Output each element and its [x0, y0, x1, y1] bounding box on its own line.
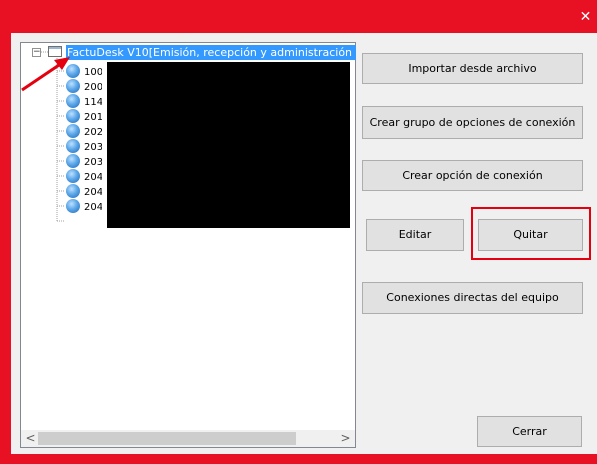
tree-node[interactable]: 204: [66, 169, 102, 184]
tree-node[interactable]: 114: [66, 94, 102, 109]
scrollbar-thumb[interactable]: [38, 432, 296, 445]
scroll-left-arrow-icon[interactable]: <: [22, 430, 39, 447]
tree-node-label: 114: [84, 96, 102, 108]
create-connection-group-button[interactable]: Crear grupo de opciones de conexión: [362, 106, 583, 139]
tree-collapse-toggle[interactable]: −: [32, 48, 41, 57]
tree-node-label: 203: [84, 156, 102, 168]
globe-icon: [66, 184, 80, 198]
tree-node-label: 202: [84, 126, 102, 138]
globe-icon: [66, 79, 80, 93]
globe-icon: [66, 64, 80, 78]
globe-icon: [66, 109, 80, 123]
window-folder-icon: [48, 46, 62, 57]
highlight-box: [471, 207, 591, 260]
import-from-file-button[interactable]: Importar desde archivo: [362, 53, 583, 84]
tree-node-label: 201: [84, 111, 102, 123]
globe-icon: [66, 124, 80, 138]
tree-node[interactable]: 204: [66, 199, 102, 214]
tree-node-label: 100: [84, 66, 102, 78]
globe-icon: [66, 154, 80, 168]
tree-node-label: 200: [84, 81, 102, 93]
create-connection-option-button[interactable]: Crear opción de conexión: [362, 160, 583, 191]
direct-connections-button[interactable]: Conexiones directas del equipo: [362, 282, 583, 314]
tree-node-label: 204: [84, 186, 102, 198]
tree-node-label: 204: [84, 201, 102, 213]
tree-node-label: 204: [84, 171, 102, 183]
edit-button[interactable]: Editar: [366, 219, 464, 251]
tree-node[interactable]: 200: [66, 79, 102, 94]
globe-icon: [66, 94, 80, 108]
tree-node[interactable]: 203: [66, 154, 102, 169]
close-window-button[interactable]: ✕: [577, 9, 594, 26]
tree-root-label-selected[interactable]: FactuDesk V10[Emisión, recepción y admin…: [66, 45, 356, 60]
redaction-block: [107, 62, 350, 228]
tree-node[interactable]: 202: [66, 124, 102, 139]
tree-node[interactable]: 100: [66, 64, 102, 79]
tree-node[interactable]: 203: [66, 139, 102, 154]
globe-icon: [66, 169, 80, 183]
globe-icon: [66, 199, 80, 213]
tree-node[interactable]: 201: [66, 109, 102, 124]
tree-node[interactable]: 204: [66, 184, 102, 199]
close-dialog-button[interactable]: Cerrar: [477, 416, 582, 447]
tree-node-label: 203: [84, 141, 102, 153]
scroll-right-arrow-icon[interactable]: >: [337, 430, 354, 447]
globe-icon: [66, 139, 80, 153]
